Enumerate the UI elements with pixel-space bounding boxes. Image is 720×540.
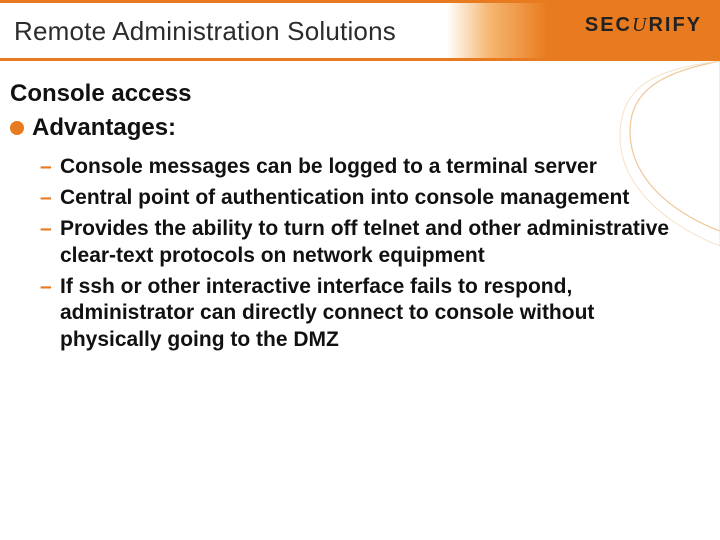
slide-title: Remote Administration Solutions (14, 16, 396, 47)
list-item: Central point of authentication into con… (40, 185, 700, 212)
list-item: If ssh or other interactive interface fa… (40, 274, 700, 355)
advantages-heading: Advantages: (10, 114, 700, 142)
brand-part-1: SEC (585, 14, 632, 36)
advantages-label: Advantages: (32, 114, 176, 142)
advantages-list: Console messages can be logged to a term… (10, 154, 700, 354)
list-item: Console messages can be logged to a term… (40, 154, 700, 181)
list-item: Provides the ability to turn off telnet … (40, 216, 700, 270)
content-subtitle: Console access (10, 80, 700, 108)
content-area: Console access Advantages: Console messa… (10, 80, 700, 358)
header-underline (0, 58, 720, 61)
bullet-icon (10, 121, 24, 135)
slide: Remote Administration Solutions SECURIFY… (0, 0, 720, 540)
brand-part-2: U (632, 14, 648, 36)
brand-part-3: RIFY (648, 14, 702, 36)
brand-logo: SECURIFY (585, 14, 702, 37)
